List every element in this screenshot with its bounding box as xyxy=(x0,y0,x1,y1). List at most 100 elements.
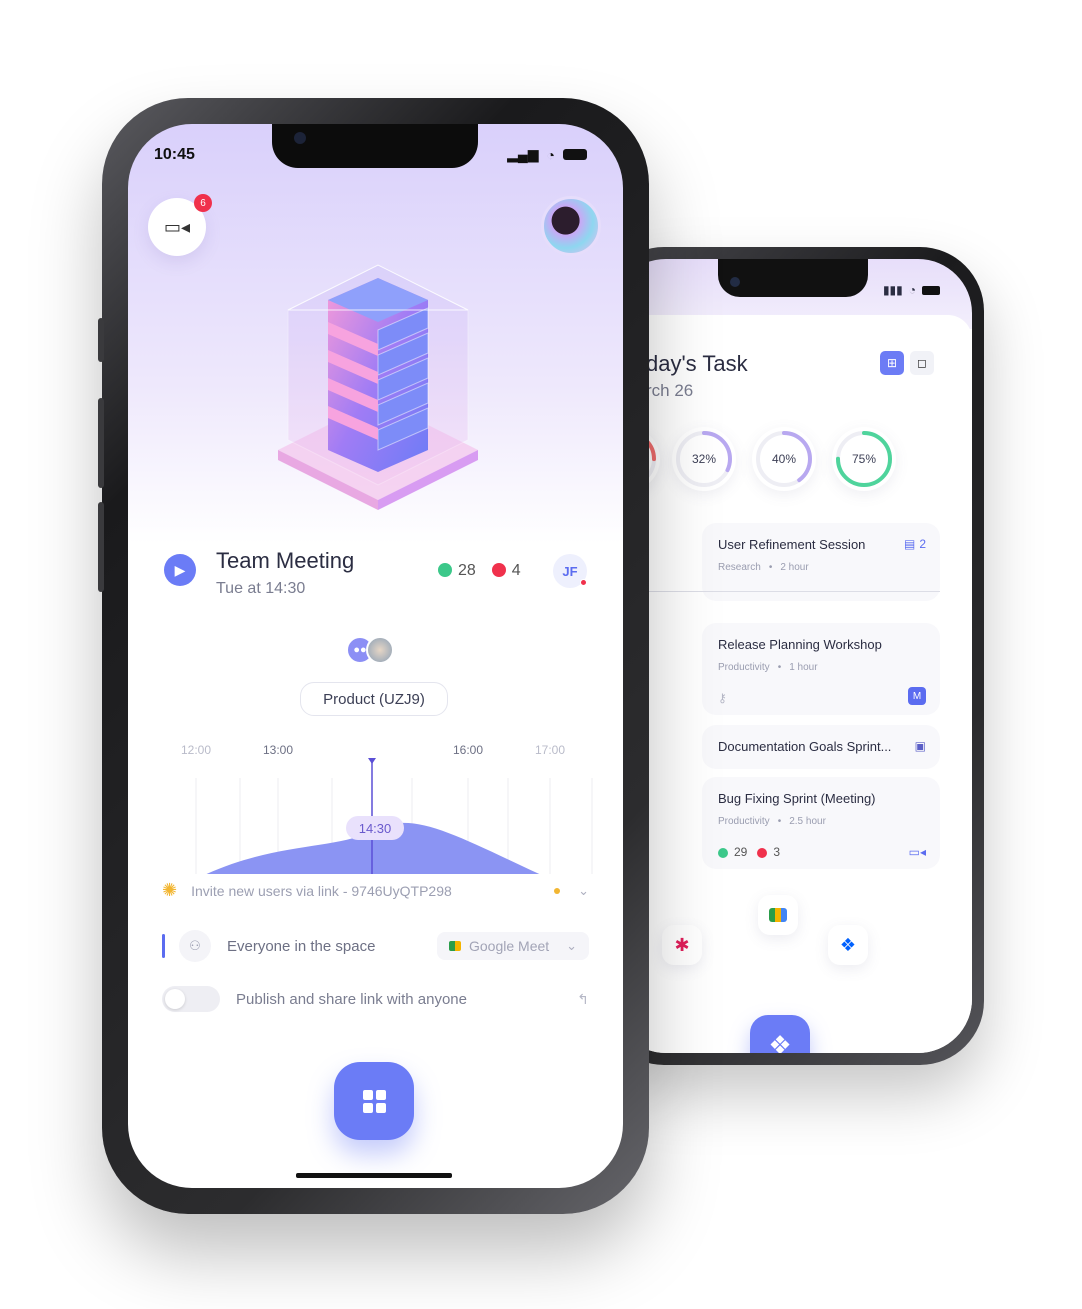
publish-toggle[interactable] xyxy=(162,986,220,1012)
timeline-tick-label: 16:00 xyxy=(453,743,483,757)
publish-text: Publish and share link with anyone xyxy=(236,990,467,1008)
task-category: Productivity xyxy=(718,816,770,827)
signal-icon: ▮▮▮ xyxy=(882,283,903,297)
status-bar-icons: ▮▮▮ ◔ xyxy=(883,283,940,297)
view-toggle: ⊞ ◻ xyxy=(880,351,934,375)
task-category: Productivity xyxy=(718,662,770,673)
video-camera-icon: ▶ xyxy=(164,554,196,586)
task-duration: 2 hour xyxy=(780,562,809,573)
share-icon[interactable]: ↰ xyxy=(577,991,589,1008)
grid-icon xyxy=(362,1089,386,1113)
task-meta: Productivity • 2.5 hour xyxy=(718,816,826,827)
chevron-down-icon: ⌄ xyxy=(566,938,577,953)
task-card[interactable]: User Refinement Session Research • 2 hour … xyxy=(702,523,940,601)
home-indicator xyxy=(296,1173,452,1178)
task-title: Documentation Goals Sprint... xyxy=(718,739,892,754)
progress-ring: 32% xyxy=(672,427,736,491)
participant-avatar[interactable]: JF xyxy=(553,554,587,588)
wifi-icon: ◔ xyxy=(546,146,555,163)
volume-up-button xyxy=(98,398,104,488)
camera-icon xyxy=(294,132,306,144)
task-panel: day's Task rch 26 ⊞ ◻ 5%32%40%75% User R… xyxy=(612,315,972,1053)
task-card[interactable]: Release Planning Workshop Productivity • 1… xyxy=(702,623,940,715)
task-meta: Productivity • 1 hour xyxy=(718,662,818,673)
invite-link-row[interactable]: ✺ Invite new users via link - 9746UyQTP2… xyxy=(162,880,589,901)
avatar xyxy=(366,636,394,664)
teams-icon: ▣ xyxy=(914,739,926,753)
participant-group[interactable]: ●● xyxy=(346,636,394,664)
progress-ring-label: 75% xyxy=(851,452,877,466)
grid-view-icon[interactable]: ⊞ xyxy=(880,351,904,375)
timeline-tick-label: 12:00 xyxy=(181,743,211,757)
activity-timeline[interactable]: 12:00 13:00 16:00 17:00 xyxy=(152,724,594,874)
diamond-grid-icon[interactable]: ❖ xyxy=(750,1015,810,1053)
meeting-app-label: Google Meet xyxy=(469,938,550,954)
task-duration: 2.5 hour xyxy=(789,816,826,827)
miro-icon: M xyxy=(908,687,926,705)
camera-icon xyxy=(730,277,740,287)
page-date: rch 26 xyxy=(646,381,694,400)
task-card[interactable]: Bug Fixing Sprint (Meeting) Productivity… xyxy=(702,777,940,869)
task-title: User Refinement Session xyxy=(718,537,866,552)
invite-link-text: Invite new users via link - 9746UyQTP298 xyxy=(191,882,452,899)
task-category: Research xyxy=(718,562,761,573)
front-phone: 10:45 ▂▄▆ ◔ ▭◂ 6 ▶ Team Meeting Tue at 1… xyxy=(98,98,649,1214)
progress-ring: 40% xyxy=(752,427,816,491)
slack-icon[interactable]: ✱ xyxy=(662,925,702,965)
task-duration: 1 hour xyxy=(789,662,818,673)
notification-badge: 6 xyxy=(194,194,212,212)
wifi-icon: ◔ xyxy=(908,283,916,297)
dynamic-island xyxy=(718,259,868,297)
active-indicator xyxy=(162,934,165,958)
meeting-header: ▶ Team Meeting Tue at 14:30 28 4 JF xyxy=(164,548,587,608)
video-camera-icon: ▭◂ xyxy=(163,216,191,237)
status-dot xyxy=(580,579,587,586)
status-bar-icons: ▂▄▆ ◔ xyxy=(507,146,587,163)
google-meet-icon[interactable] xyxy=(758,895,798,935)
status-time: 10:45 xyxy=(154,146,195,163)
task-stats: 29 3 xyxy=(718,845,780,859)
meeting-title: Team Meeting xyxy=(216,548,355,573)
video-call-button[interactable]: ▭◂ 6 xyxy=(148,194,212,256)
chevron-down-icon[interactable]: ⌄ xyxy=(578,883,589,899)
participant-initials: JF xyxy=(562,563,578,579)
front-phone-screen: 10:45 ▂▄▆ ◔ ▭◂ 6 ▶ Team Meeting Tue at 1… xyxy=(128,124,623,1188)
server-illustration xyxy=(278,264,478,510)
green-count: 28 xyxy=(438,562,476,580)
signal-icon: ▂▄▆ xyxy=(507,146,539,162)
video-camera-icon: ▭◂ xyxy=(908,845,926,859)
current-time-chip[interactable]: 14:30 xyxy=(346,816,404,840)
progress-ring-label: 40% xyxy=(771,452,797,466)
red-count: 4 xyxy=(491,562,521,580)
dropbox-icon[interactable]: ❖ xyxy=(828,925,868,965)
progress-ring: 75% xyxy=(832,427,896,491)
task-title: Release Planning Workshop xyxy=(718,637,882,652)
mute-switch xyxy=(98,318,104,362)
meeting-time: Tue at 14:30 xyxy=(216,580,306,597)
list-view-icon[interactable]: ◻ xyxy=(910,351,934,375)
avatar[interactable] xyxy=(541,196,601,256)
sparkle-icon: ✺ xyxy=(162,880,178,900)
dynamic-island xyxy=(272,124,478,168)
task-meta: Research • 2 hour xyxy=(718,562,809,573)
red-count: 3 xyxy=(757,845,780,859)
timeline-tick-label: 17:00 xyxy=(535,743,565,757)
document-count: 2 xyxy=(919,537,926,551)
product-label[interactable]: Product (UZJ9) xyxy=(300,682,448,716)
audience-text: Everyone in the space xyxy=(227,937,376,955)
back-phone-screen: ▮▮▮ ◔ day's Task rch 26 ⊞ ◻ 5%32%40%75% … xyxy=(612,259,972,1053)
task-card[interactable]: Documentation Goals Sprint... ▣ xyxy=(702,725,940,769)
meeting-stats: 28 4 xyxy=(438,562,521,580)
audience-row: ⚇ Everyone in the space Google Meet ⌄ xyxy=(162,930,589,962)
publish-row: Publish and share link with anyone ↰ xyxy=(162,986,589,1012)
volume-down-button xyxy=(98,502,104,592)
timeline-tick-label: 13:00 xyxy=(263,743,293,757)
page-title: day's Task xyxy=(646,351,748,376)
apps-grid-button[interactable] xyxy=(334,1062,414,1140)
task-title: Bug Fixing Sprint (Meeting) xyxy=(718,791,876,806)
meeting-app-select[interactable]: Google Meet ⌄ xyxy=(437,932,589,960)
google-meet-icon xyxy=(449,941,461,951)
battery-icon xyxy=(563,149,587,160)
document-badge: ▤ 2 xyxy=(904,537,926,551)
divider xyxy=(640,591,940,592)
